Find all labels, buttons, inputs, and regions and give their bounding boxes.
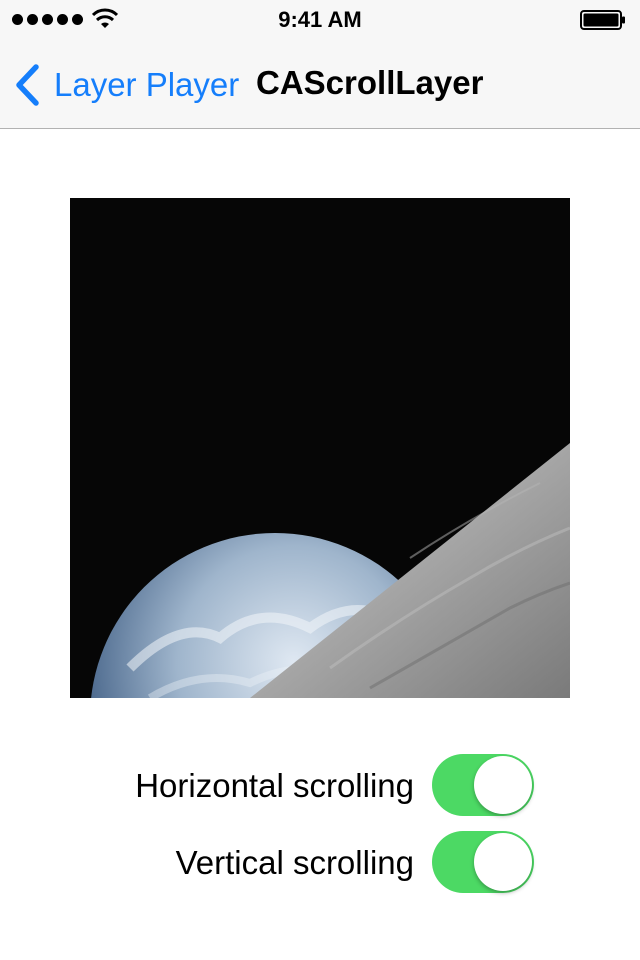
back-button[interactable]: Layer Player [14, 62, 239, 108]
status-bar: 9:41 AM [0, 0, 640, 40]
vertical-scrolling-label: Vertical scrolling [175, 844, 414, 881]
battery-icon [580, 10, 625, 30]
vertical-scrolling-switch[interactable] [432, 831, 534, 893]
horizontal-scrolling-label: Horizontal scrolling [135, 767, 414, 804]
photo-artwork [70, 198, 570, 698]
switch-knob [474, 833, 532, 891]
vertical-scrolling-row: Vertical scrolling [0, 830, 640, 894]
app-screen: 9:41 AM Layer Player CAScrollLayer Horiz… [0, 0, 640, 960]
status-time: 9:41 AM [278, 7, 362, 32]
horizontal-scrolling-row: Horizontal scrolling [0, 753, 640, 817]
back-button-label: Layer Player [54, 66, 240, 103]
chevron-left-icon [16, 64, 39, 106]
earthrise-image[interactable] [70, 198, 570, 698]
switch-knob [474, 756, 532, 814]
navigation-bar: Layer Player CAScrollLayer [0, 40, 640, 129]
page-title: CAScrollLayer [256, 64, 484, 101]
horizontal-scrolling-switch[interactable] [432, 754, 534, 816]
